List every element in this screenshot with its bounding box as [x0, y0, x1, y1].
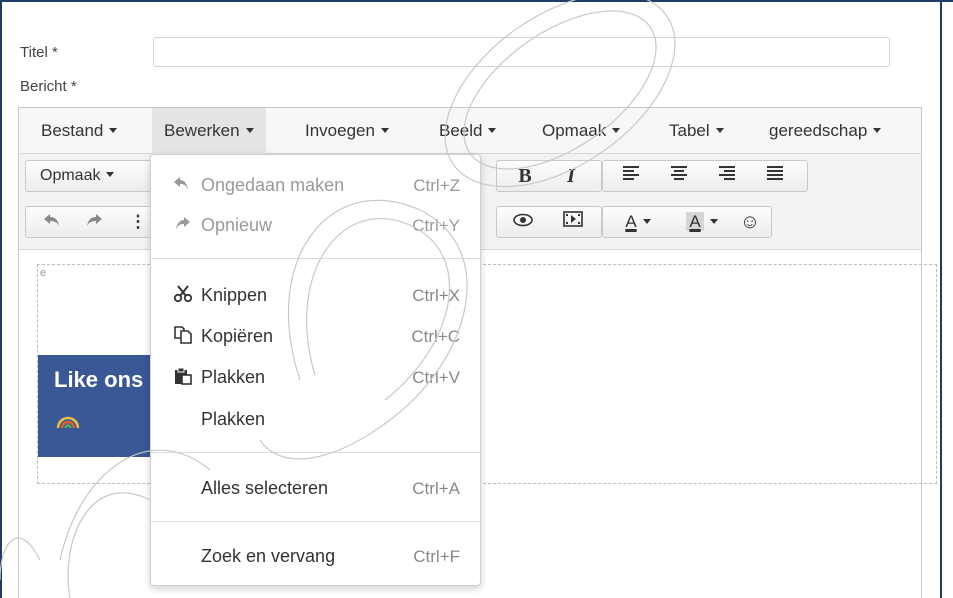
format-dropdown[interactable]: Opmaak: [25, 160, 155, 192]
menu-label: Bewerken: [164, 121, 240, 140]
menu-item-shortcut: Ctrl+A: [412, 479, 460, 498]
redo-icon[interactable]: [76, 207, 112, 237]
chevron-down-icon: [873, 128, 882, 134]
menu-label: Tabel: [669, 121, 710, 140]
chevron-down-icon: [612, 128, 621, 134]
menu-item-label: Knippen: [201, 285, 268, 305]
history-group: ⋮: [25, 206, 155, 238]
emoticon-icon[interactable]: ☺: [735, 207, 765, 237]
menu-item-find-replace[interactable]: Zoek en vervang Ctrl+F: [151, 536, 480, 576]
menu-item-label: Opnieuw: [201, 215, 273, 235]
undo-icon[interactable]: [34, 207, 70, 237]
menu-bewerken[interactable]: Bewerken: [152, 108, 266, 154]
menu-divider: [151, 521, 480, 522]
rainbow-icon: [56, 413, 80, 434]
menu-item-label: Alles selecteren: [201, 478, 329, 498]
facebook-like-box[interactable]: Like ons: [38, 355, 156, 457]
menu-bestand[interactable]: Bestand: [29, 108, 129, 154]
redo-icon: [173, 215, 195, 235]
chevron-down-icon: [488, 128, 497, 134]
menu-item-label: Zoek en vervang: [201, 546, 336, 566]
menu-item-select-all[interactable]: Alles selecteren Ctrl+A: [151, 468, 480, 508]
copy-icon: [173, 326, 195, 346]
menu-label: Invoegen: [305, 121, 375, 140]
paste-icon: [173, 367, 195, 387]
message-label: Bericht *: [20, 78, 77, 95]
editor-menubar: Bestand Bewerken Invoegen Beeld Opmaak T…: [19, 108, 921, 154]
frame-right-border: [940, 0, 942, 598]
preview-icon[interactable]: [503, 207, 543, 237]
menu-item-copy[interactable]: Kopiëren Ctrl+C: [151, 316, 480, 356]
menu-item-redo[interactable]: Opnieuw Ctrl+Y: [151, 205, 480, 245]
chevron-down-icon: [106, 172, 115, 178]
title-input[interactable]: [153, 37, 890, 67]
media-icon[interactable]: [553, 207, 593, 237]
menu-divider: [151, 452, 480, 453]
background-color-icon[interactable]: A: [673, 207, 731, 237]
menu-item-shortcut: Ctrl+Y: [412, 216, 460, 235]
color-group: A A ☺: [602, 206, 772, 238]
chevron-down-icon: [642, 219, 651, 225]
menu-item-shortcut: Ctrl+F: [413, 547, 460, 566]
menu-label: Opmaak: [542, 121, 607, 140]
menu-opmaak[interactable]: Opmaak: [530, 108, 632, 154]
menu-item-label: Plakken: [201, 367, 266, 387]
italic-button[interactable]: I: [551, 161, 591, 191]
scissors-icon: [173, 285, 195, 305]
chevron-down-icon: [709, 219, 718, 225]
chevron-down-icon: [245, 128, 254, 134]
menu-item-cut[interactable]: Knippen Ctrl+X: [151, 275, 480, 315]
menu-invoegen[interactable]: Invoegen: [293, 108, 401, 154]
menu-item-shortcut: Ctrl+X: [412, 286, 460, 305]
more-icon[interactable]: ⋮: [126, 207, 150, 237]
align-left-icon[interactable]: [611, 161, 651, 191]
title-label: Titel *: [20, 44, 58, 61]
chevron-down-icon: [109, 128, 118, 134]
menu-item-shortcut: Ctrl+C: [411, 327, 460, 346]
menu-item-shortcut: Ctrl+V: [412, 368, 460, 387]
menu-item-undo[interactable]: Ongedaan maken Ctrl+Z: [151, 165, 480, 205]
menu-gereedschap[interactable]: gereedschap: [757, 108, 893, 154]
menu-label: gereedschap: [769, 121, 868, 140]
menu-item-paste[interactable]: Plakken Ctrl+V: [151, 357, 480, 397]
menu-item-paste-plain[interactable]: Plakken: [151, 399, 480, 439]
bg-color-letter: A: [686, 212, 704, 231]
menu-label: Beeld: [439, 121, 483, 140]
view-group: [496, 206, 602, 238]
menu-item-label: Ongedaan maken: [201, 175, 345, 195]
menu-item-label: Kopiëren: [201, 326, 274, 346]
undo-icon: [173, 175, 195, 195]
format-label-text: Opmaak: [40, 167, 101, 184]
menu-tabel[interactable]: Tabel: [657, 108, 736, 154]
facebook-like-text: Like ons: [54, 367, 144, 392]
format-dropdown-label: Opmaak: [30, 161, 124, 191]
menu-divider: [151, 258, 480, 259]
align-justify-icon[interactable]: [755, 161, 795, 191]
chevron-down-icon: [715, 128, 724, 134]
menu-item-shortcut: Ctrl+Z: [413, 176, 460, 195]
menu-item-label: Plakken: [201, 409, 266, 429]
menu-beeld[interactable]: Beeld: [427, 108, 508, 154]
edit-menu-dropdown: Ongedaan maken Ctrl+Z Opnieuw Ctrl+Y Kni…: [150, 154, 481, 586]
align-group: [602, 160, 808, 192]
chevron-down-icon: [380, 128, 389, 134]
text-color-letter: A: [625, 212, 637, 231]
menu-label: Bestand: [41, 121, 104, 140]
align-center-icon[interactable]: [659, 161, 699, 191]
content-marker: e: [40, 267, 47, 279]
text-color-icon[interactable]: A: [609, 207, 667, 237]
bold-button[interactable]: B: [505, 161, 545, 191]
style-group: B I: [496, 160, 602, 192]
align-right-icon[interactable]: [707, 161, 747, 191]
